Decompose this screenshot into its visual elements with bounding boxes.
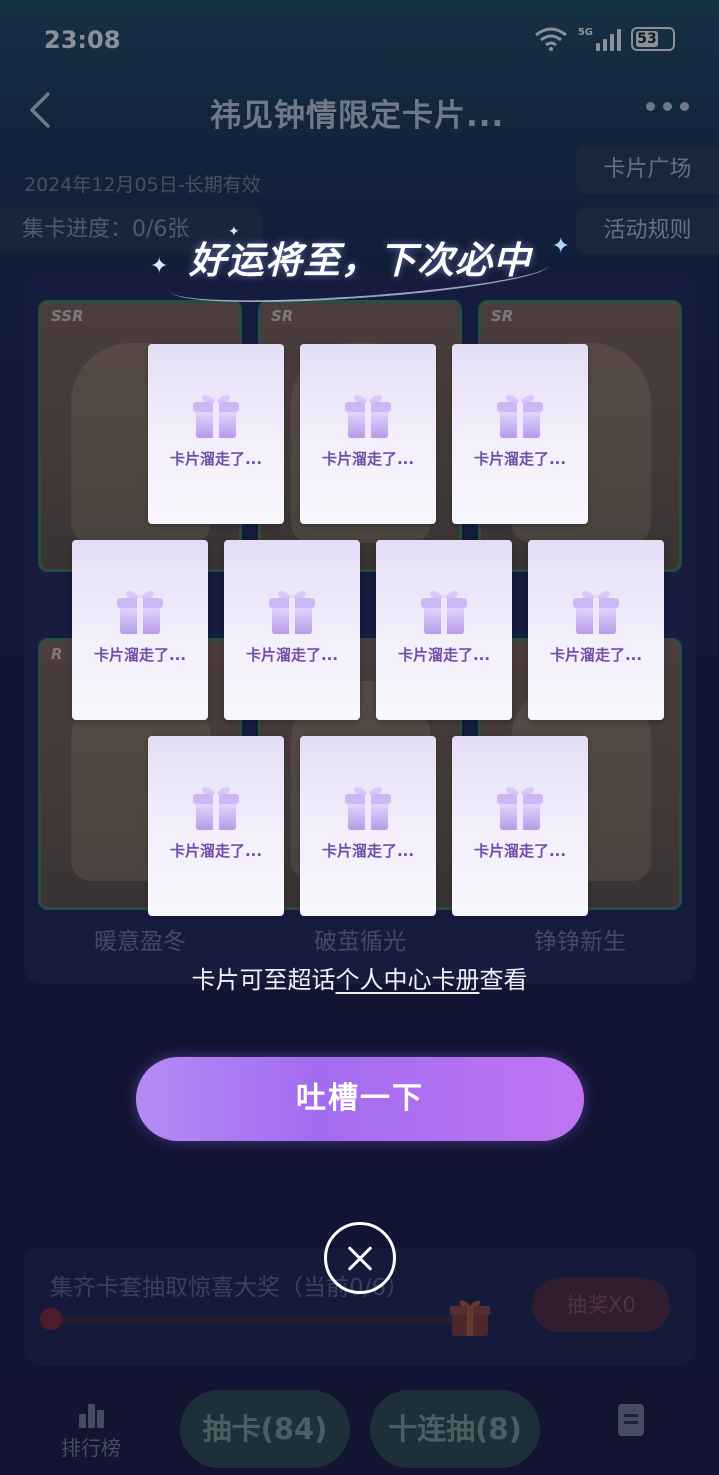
prize-card[interactable]: 卡片溜走了... bbox=[148, 344, 284, 524]
prize-card[interactable]: 卡片溜走了... bbox=[72, 540, 208, 720]
hint-suffix: 查看 bbox=[479, 966, 528, 994]
prize-card-label: 卡片溜走了... bbox=[549, 646, 643, 664]
gift-icon bbox=[340, 386, 396, 442]
prize-card-label: 卡片溜走了... bbox=[169, 842, 263, 860]
result-overlay: ✦ ✦ ✦ 好运将至，下次必中 卡片溜走了... 卡片溜走了... 卡片溜走了...… bbox=[0, 0, 719, 1475]
prize-card-label: 卡片溜走了... bbox=[321, 842, 415, 860]
prize-card[interactable]: 卡片溜走了... bbox=[224, 540, 360, 720]
prize-card-label: 卡片溜走了... bbox=[473, 450, 567, 468]
prize-card-label: 卡片溜走了... bbox=[397, 646, 491, 664]
prize-card[interactable]: 卡片溜走了... bbox=[148, 736, 284, 916]
sparkle-icon: ✦ bbox=[228, 224, 240, 240]
gift-icon bbox=[492, 778, 548, 834]
sparkle-icon: ✦ bbox=[551, 234, 570, 259]
prize-card-label: 卡片溜走了... bbox=[93, 646, 187, 664]
prize-card[interactable]: 卡片溜走了... bbox=[452, 344, 588, 524]
card-album-link[interactable]: 个人中心卡册 bbox=[336, 966, 480, 994]
gift-icon bbox=[112, 582, 168, 638]
gift-icon bbox=[416, 582, 472, 638]
gift-icon bbox=[492, 386, 548, 442]
prize-card-label: 卡片溜走了... bbox=[321, 450, 415, 468]
gift-icon bbox=[264, 582, 320, 638]
prize-card-label: 卡片溜走了... bbox=[245, 646, 339, 664]
card-album-hint: 卡片可至超话个人中心卡册查看 bbox=[0, 960, 719, 995]
gift-icon bbox=[340, 778, 396, 834]
close-icon[interactable] bbox=[324, 1222, 396, 1294]
result-headline: ✦ ✦ ✦ 好运将至，下次必中 bbox=[150, 224, 570, 312]
prize-card[interactable]: 卡片溜走了... bbox=[300, 736, 436, 916]
prize-card[interactable]: 卡片溜走了... bbox=[376, 540, 512, 720]
gift-icon bbox=[568, 582, 624, 638]
hint-prefix: 卡片可至超话 bbox=[191, 966, 336, 994]
prize-card[interactable]: 卡片溜走了... bbox=[528, 540, 664, 720]
gift-icon bbox=[188, 386, 244, 442]
sparkle-icon: ✦ bbox=[150, 254, 169, 279]
prize-card[interactable]: 卡片溜走了... bbox=[452, 736, 588, 916]
gift-icon bbox=[188, 778, 244, 834]
prize-card-label: 卡片溜走了... bbox=[473, 842, 567, 860]
prize-card[interactable]: 卡片溜走了... bbox=[300, 344, 436, 524]
complain-button[interactable]: 吐槽一下 bbox=[136, 1057, 584, 1141]
prize-card-label: 卡片溜走了... bbox=[169, 450, 263, 468]
